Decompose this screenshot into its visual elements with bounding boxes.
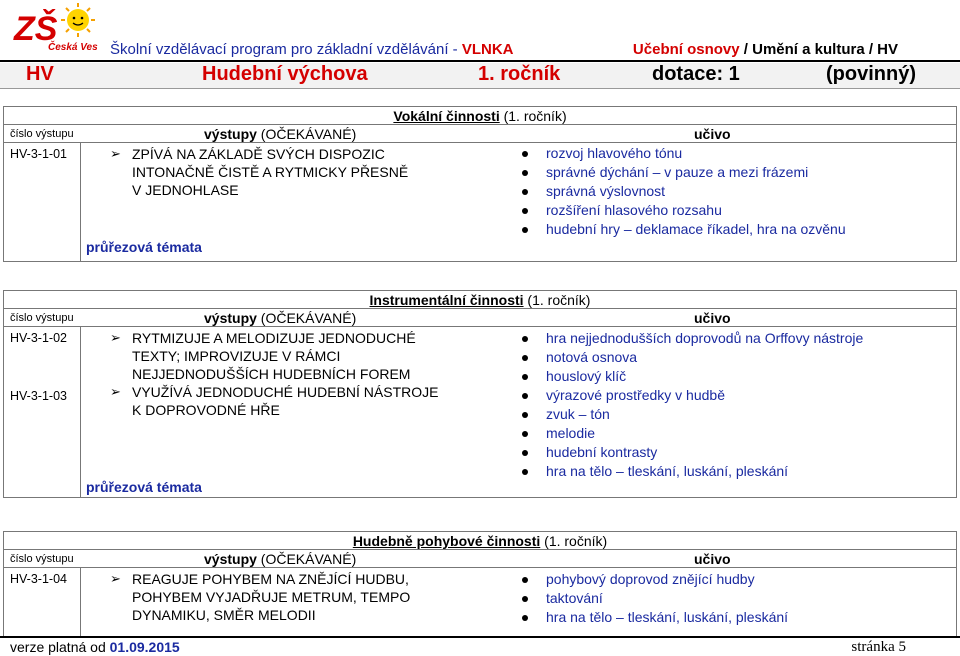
section-title: Vokální činnosti (1. ročník) xyxy=(4,107,956,125)
program-prefix: Školní vzdělávací program pro základní v… xyxy=(110,41,462,58)
section-movement: Hudebně pohybové činnosti (1. ročník) čí… xyxy=(3,531,957,636)
outcome-item: POHYBEM VYJADŘUJE METRUM, TEMPO xyxy=(132,589,411,605)
school-logo: ZŠ Česká Ves xyxy=(13,3,98,53)
column-headers: číslo výstupu výstupy (OČEKÁVANÉ) učivo xyxy=(4,125,956,143)
svg-text:Česká Ves: Česká Ves xyxy=(48,40,98,53)
subject-code: HV xyxy=(26,63,54,85)
content-list: hra nejjednodušších doprovodů na Orffovy… xyxy=(522,329,863,481)
column-divider xyxy=(80,327,81,497)
outcomes-list: ➢ RYTMIZUJE A MELODIZUJE JEDNODUCHÉ TEXTY… xyxy=(110,329,438,419)
col-code: číslo výstupu xyxy=(10,128,74,140)
outcome-item: ➢ REAGUJE POHYBEM NA ZNĚJÍCÍ HUDBU, xyxy=(110,571,409,587)
curriculum-label: Učební osnovy xyxy=(632,41,740,58)
outcome-item: DYNAMIKU, SMĚR MELODII xyxy=(132,607,316,623)
content-item: hudební kontrasty xyxy=(522,443,863,462)
outcome-code: HV-3-1-01 xyxy=(10,147,67,161)
col-outcomes: výstupy (OČEKÁVANÉ) xyxy=(204,551,357,567)
outcomes-list: ➢ REAGUJE POHYBEM NA ZNĚJÍCÍ HUDBU, POHYB… xyxy=(110,570,410,624)
subject-bar: HV Hudební výchova 1. ročník dotace: 1 (… xyxy=(0,63,960,89)
outcomes-list: ➢ ZPÍVÁ NA ZÁKLADĚ SVÝCH DISPOZIC INTONAČ… xyxy=(110,145,408,199)
hours: dotace: 1 xyxy=(652,63,740,85)
content-item: rozšíření hlasového rozsahu xyxy=(522,201,846,220)
curriculum-path: Učební osnovy / Umění a kultura / HV xyxy=(633,41,898,58)
col-code: číslo výstupu xyxy=(10,312,74,324)
section-title: Hudebně pohybové činnosti (1. ročník) xyxy=(4,532,956,550)
outcome-item: ➢ ZPÍVÁ NA ZÁKLADĚ SVÝCH DISPOZIC xyxy=(110,146,385,162)
content-item: houslový klíč xyxy=(522,367,863,386)
column-divider xyxy=(80,143,81,261)
outcome-item: INTONAČNĚ ČISTĚ A RYTMICKY PŘESNĚ xyxy=(132,164,409,180)
version-date: 01.09.2015 xyxy=(109,639,180,655)
subject-title: Hudební výchova xyxy=(202,63,368,85)
cross-topics: průřezová témata xyxy=(86,479,202,495)
cross-topics: průřezová témata xyxy=(86,239,202,255)
outcome-code: HV-3-1-02 xyxy=(10,331,67,345)
program-name: VLNKA xyxy=(461,41,514,58)
page-number: stránka 5 xyxy=(851,639,906,655)
content-item: zvuk – tón xyxy=(522,405,863,424)
content-item: výrazové prostředky v hudbě xyxy=(522,386,863,405)
outcome-item: ➢ VYUŽÍVÁ JEDNODUCHÉ HUDEBNÍ NÁSTROJE xyxy=(110,384,439,400)
outcome-code: HV-3-1-04 xyxy=(10,572,67,586)
grade: 1. ročník xyxy=(478,63,561,85)
content-item: hudební hry – deklamace říkadel, hra na … xyxy=(522,220,846,239)
col-code: číslo výstupu xyxy=(10,553,74,565)
page-footer: verze platná od 01.09.2015 stránka 5 xyxy=(0,636,960,656)
content-item: správné dýchání – v pauze a mezi frázemi xyxy=(522,163,846,182)
content-item: taktování xyxy=(522,589,788,608)
header-divider xyxy=(0,60,960,62)
content-item: notová osnova xyxy=(522,348,863,367)
outcome-item: V JEDNOHLASE xyxy=(132,182,239,198)
outcome-item: TEXTY; IMPROVIZUJE V RÁMCI xyxy=(132,348,341,364)
content-list: pohybový doprovod znějící hudby taktován… xyxy=(522,570,788,627)
section-title: Instrumentální činnosti (1. ročník) xyxy=(4,291,956,309)
content-list: rozvoj hlavového tónu správné dýchání – … xyxy=(522,144,846,239)
requirement: (povinný) xyxy=(826,63,916,85)
content-item: správná výslovnost xyxy=(522,182,846,201)
col-content: učivo xyxy=(694,310,731,326)
column-headers: číslo výstupu výstupy (OČEKÁVANÉ) učivo xyxy=(4,309,956,327)
version-info: verze platná od 01.09.2015 xyxy=(10,639,180,655)
section-instrumental: Instrumentální činnosti (1. ročník) čísl… xyxy=(3,290,957,498)
col-outcomes: výstupy (OČEKÁVANÉ) xyxy=(204,126,357,142)
content-item: hra nejjednodušších doprovodů na Orffovy… xyxy=(522,329,863,348)
outcome-item: K DOPROVODNÉ HŘE xyxy=(132,402,280,418)
col-outcomes: výstupy (OČEKÁVANÉ) xyxy=(204,310,357,326)
curriculum-area: / Umění a kultura / HV xyxy=(739,41,898,58)
col-content: učivo xyxy=(694,551,731,567)
content-item: hra na tělo – tleskání, luskání, pleskán… xyxy=(522,608,788,627)
outcome-item: NEJJEDNODUŠŠÍCH HUDEBNÍCH FOREM xyxy=(132,366,411,382)
outcome-item: ➢ RYTMIZUJE A MELODIZUJE JEDNODUCHÉ xyxy=(110,330,416,346)
outcome-code: HV-3-1-03 xyxy=(10,389,67,403)
col-content: učivo xyxy=(694,126,731,142)
content-item: pohybový doprovod znějící hudby xyxy=(522,570,788,589)
content-item: rozvoj hlavového tónu xyxy=(522,144,846,163)
content-item: hra na tělo – tleskání, luskání, pleskán… xyxy=(522,462,863,481)
column-divider xyxy=(80,568,81,636)
section-vocal: Vokální činnosti (1. ročník) číslo výstu… xyxy=(3,106,957,262)
content-item: melodie xyxy=(522,424,863,443)
column-headers: číslo výstupu výstupy (OČEKÁVANÉ) učivo xyxy=(4,550,956,568)
sun-icon xyxy=(61,3,95,37)
